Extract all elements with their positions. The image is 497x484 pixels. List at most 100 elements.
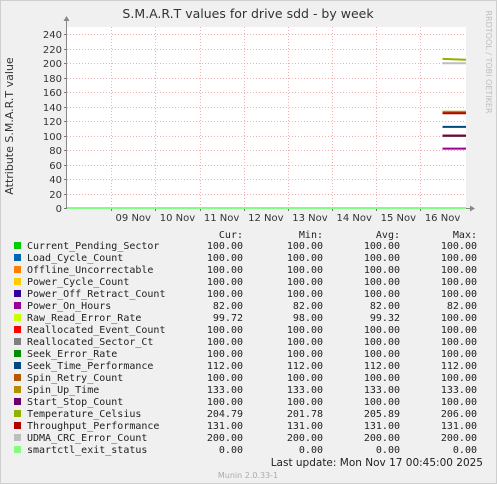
legend-swatch: [14, 362, 21, 369]
legend-swatch: [14, 338, 21, 345]
series-line-Temperature_Celsius: [442, 57, 467, 61]
legend-swatch: [14, 374, 21, 381]
legend-swatch: [14, 314, 21, 321]
plot-area: [67, 27, 466, 208]
legend-value-avg: 100.00: [364, 373, 400, 384]
legend-value-min: 133.00: [287, 385, 323, 396]
legend-swatch: [14, 350, 21, 357]
legend-value-cur: 100.00: [207, 277, 243, 288]
y-tick-label: 200: [43, 59, 62, 70]
legend-series-name: Offline_Uncorrectable: [27, 265, 153, 276]
legend-series-name: Load_Cycle_Count: [27, 253, 123, 264]
legend-value-min: 100.00: [287, 277, 323, 288]
legend-swatch: [14, 242, 21, 249]
legend-value-max: 100.00: [441, 373, 477, 384]
last-update-text: Last update: Mon Nov 17 00:45:00 2025: [271, 457, 483, 469]
legend-swatch: [14, 446, 21, 453]
y-tick-label: 240: [43, 30, 62, 41]
legend-value-min: 0.00: [299, 445, 323, 456]
smart-chart: S.M.A.R.T values for drive sdd - by week…: [0, 0, 497, 484]
legend-value-min: 200.00: [287, 433, 323, 444]
legend-value-min: 131.00: [287, 421, 323, 432]
legend-value-avg: 0.00: [376, 445, 400, 456]
legend-value-avg: 100.00: [364, 397, 400, 408]
legend-value-cur: 100.00: [207, 289, 243, 300]
y-tick-label: 20: [49, 190, 62, 201]
x-tick-label: 09 Nov: [116, 213, 152, 224]
legend-value-avg: 100.00: [364, 337, 400, 348]
x-tick-label: 10 Nov: [160, 213, 196, 224]
legend-value-avg: 205.89: [364, 409, 400, 420]
legend-column-header: Min:: [299, 230, 323, 241]
legend-value-avg: 100.00: [364, 325, 400, 336]
legend-value-max: 133.00: [441, 385, 477, 396]
y-tick-label: 80: [49, 146, 62, 157]
y-tick-label: 100: [43, 132, 62, 143]
legend-value-max: 82.00: [447, 301, 477, 312]
legend-value-avg: 133.00: [364, 385, 400, 396]
legend-swatch: [14, 326, 21, 333]
legend-swatch: [14, 290, 21, 297]
legend-value-cur: 100.00: [207, 337, 243, 348]
y-tick-label: 40: [49, 175, 62, 186]
legend-value-cur: 100.00: [207, 241, 243, 252]
legend-value-max: 100.00: [441, 349, 477, 360]
legend-value-min: 98.00: [293, 313, 323, 324]
legend-value-cur: 82.00: [213, 301, 243, 312]
legend-value-min: 201.78: [287, 409, 323, 420]
legend-series-name: UDMA_CRC_Error_Count: [27, 433, 147, 444]
legend-value-max: 112.00: [441, 361, 477, 372]
legend-series-name: Raw_Read_Error_Rate: [27, 313, 141, 324]
legend-value-max: 100.00: [441, 289, 477, 300]
legend-value-max: 100.00: [441, 277, 477, 288]
legend-value-min: 100.00: [287, 373, 323, 384]
legend-value-max: 100.00: [441, 313, 477, 324]
legend-value-cur: 100.00: [207, 253, 243, 264]
legend-value-max: 100.00: [441, 337, 477, 348]
legend-value-avg: 112.00: [364, 361, 400, 372]
legend-value-avg: 100.00: [364, 253, 400, 264]
legend-value-max: 100.00: [441, 265, 477, 276]
legend-swatch: [14, 422, 21, 429]
x-tick-label: 13 Nov: [292, 213, 328, 224]
x-tick-label: 11 Nov: [204, 213, 240, 224]
legend-value-min: 112.00: [287, 361, 323, 372]
legend-value-cur: 133.00: [207, 385, 243, 396]
legend-swatch: [14, 398, 21, 405]
legend-value-cur: 112.00: [207, 361, 243, 372]
legend-value-max: 0.00: [453, 445, 477, 456]
y-tick-label: 140: [43, 103, 62, 114]
legend-value-max: 100.00: [441, 241, 477, 252]
chart-title: S.M.A.R.T values for drive sdd - by week: [122, 6, 374, 21]
legend-value-cur: 100.00: [207, 397, 243, 408]
legend-series-name: Seek_Error_Rate: [27, 349, 117, 360]
legend-series-name: Throughput_Performance: [27, 421, 159, 432]
legend-value-avg: 82.00: [370, 301, 400, 312]
legend-series-name: Spin_Retry_Count: [27, 373, 123, 384]
legend-value-avg: 100.00: [364, 349, 400, 360]
legend-series-name: Power_Off_Retract_Count: [27, 289, 165, 300]
legend-value-avg: 200.00: [364, 433, 400, 444]
legend-value-max: 100.00: [441, 325, 477, 336]
legend-swatch: [14, 434, 21, 441]
y-tick-label: 120: [43, 117, 62, 128]
legend-value-avg: 100.00: [364, 265, 400, 276]
legend-value-cur: 0.00: [219, 445, 243, 456]
legend-series-name: Spin_Up_Time: [27, 385, 99, 396]
y-tick-label: 160: [43, 88, 62, 99]
y-tick-label: 0: [56, 204, 62, 215]
legend-swatch: [14, 266, 21, 273]
legend-value-cur: 100.00: [207, 373, 243, 384]
legend-value-max: 200.00: [441, 433, 477, 444]
munin-version: Munin 2.0.33-1: [218, 471, 278, 480]
legend-value-min: 100.00: [287, 397, 323, 408]
legend-column-header: Max:: [453, 230, 477, 241]
legend-value-avg: 99.32: [370, 313, 400, 324]
x-tick-label: 16 Nov: [425, 213, 461, 224]
legend-swatch: [14, 278, 21, 285]
legend-value-min: 100.00: [287, 325, 323, 336]
legend-value-avg: 100.00: [364, 277, 400, 288]
legend-value-cur: 131.00: [207, 421, 243, 432]
x-tick-label: 14 Nov: [336, 213, 372, 224]
legend-value-min: 100.00: [287, 349, 323, 360]
